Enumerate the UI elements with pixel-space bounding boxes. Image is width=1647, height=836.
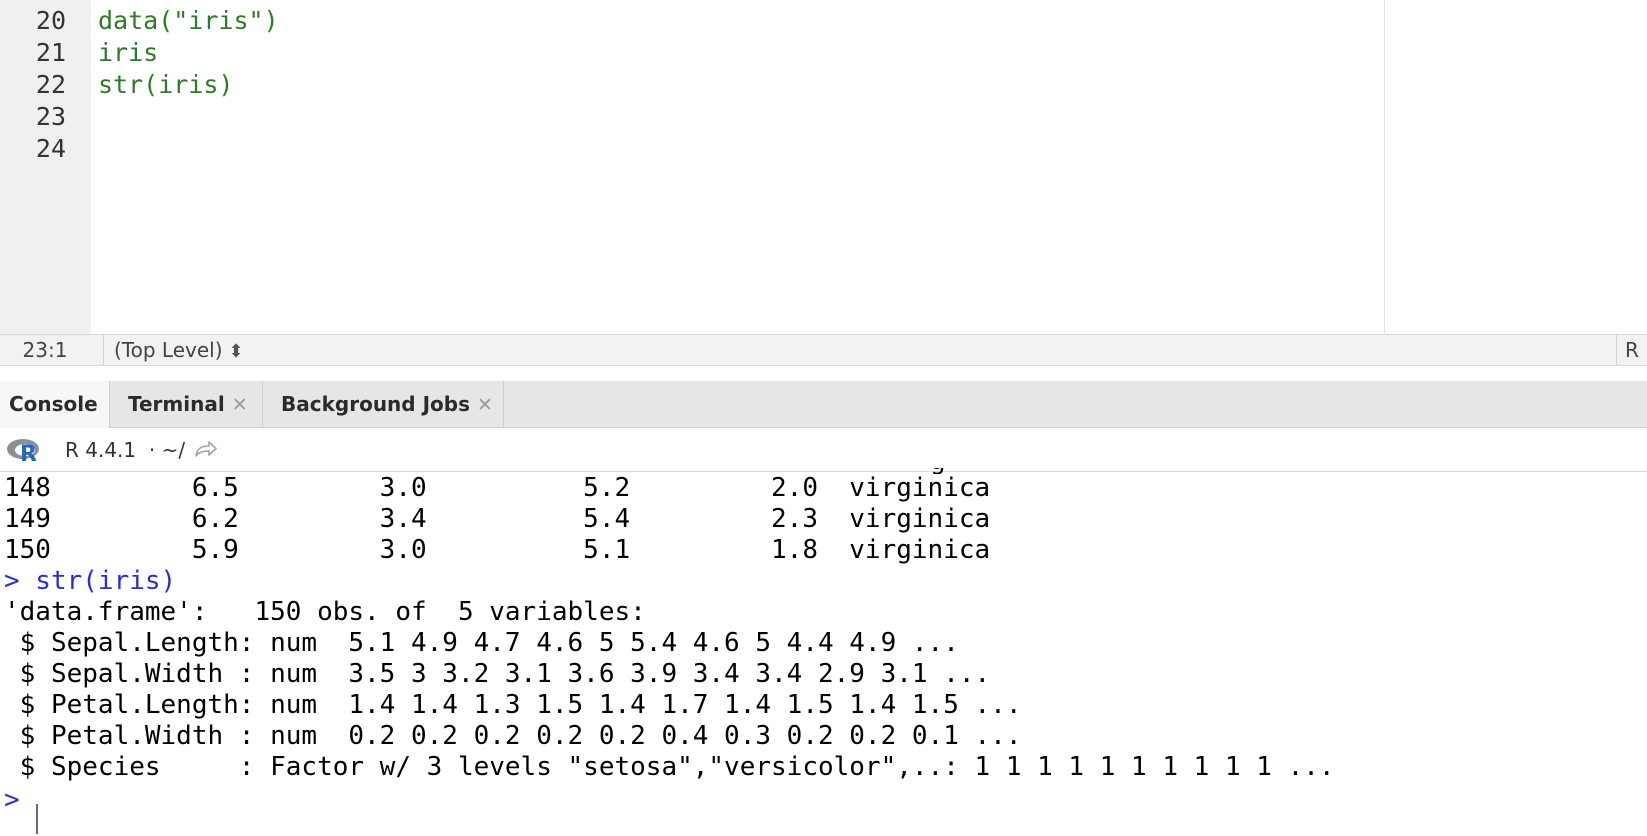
console-pane-tabs: Console Terminal ✕ Background Jobs ✕ (0, 381, 1647, 428)
svg-text:R: R (20, 442, 37, 463)
scope-label: (Top Level) (114, 338, 223, 362)
code-line[interactable]: data("iris") (98, 5, 279, 37)
separator-dot: · (142, 438, 162, 462)
tab-label: Background Jobs (281, 392, 470, 416)
line-number: 24 (35, 134, 66, 163)
line-number: 23 (35, 102, 66, 131)
tab-console[interactable]: Console (0, 381, 110, 428)
up-down-arrows-icon: ⬍ (228, 341, 244, 362)
editor-status-bar: 23:1 (Top Level) ⬍ R (0, 334, 1647, 366)
cursor-position: 23:1 (22, 338, 68, 362)
code-line[interactable]: iris (98, 37, 158, 69)
tab-label: Console (9, 392, 98, 416)
file-type-selector[interactable]: R (1617, 335, 1647, 365)
console-line: 148 6.5 3.0 5.2 2.0 virginica (4, 473, 991, 503)
text-cursor (36, 804, 38, 834)
console-header: R R 4.4.1 · ~/ (0, 428, 1647, 472)
console-line: $ Species : Factor w/ 3 levels "setosa",… (4, 752, 1335, 782)
console-line: 150 5.9 3.0 5.1 1.8 virginica (4, 535, 991, 565)
line-number-gutter: 20 21 22 23 24 (0, 0, 91, 334)
console-line: $ Sepal.Length: num 5.1 4.9 4.7 4.6 5 5.… (4, 628, 959, 658)
console-prompt: > (4, 785, 20, 815)
close-icon[interactable]: ✕ (232, 394, 248, 416)
working-directory: ~/ (161, 438, 186, 462)
line-number: 21 (35, 38, 66, 67)
code-line[interactable]: str(iris) (98, 69, 233, 101)
console-line: 149 6.2 3.4 5.4 2.3 virginica (4, 504, 991, 534)
tab-terminal[interactable]: Terminal ✕ (110, 381, 263, 427)
scope-selector[interactable]: (Top Level) ⬍ (114, 335, 244, 367)
console-command: > str(iris) (4, 566, 177, 596)
line-number: 20 (35, 6, 66, 35)
close-icon[interactable]: ✕ (477, 394, 493, 416)
status-separator (103, 335, 104, 365)
margin-guide (1384, 0, 1385, 334)
go-to-directory-icon[interactable] (193, 439, 219, 459)
tab-label: Terminal (128, 392, 225, 416)
console-line: $ Petal.Width : num 0.2 0.2 0.2 0.2 0.2 … (4, 721, 1022, 751)
console-output[interactable]: g 148 6.5 3.0 5.2 2.0 virginica 149 6.2 … (0, 468, 1647, 836)
r-version: R 4.4.1 (65, 438, 137, 462)
tab-background-jobs[interactable]: Background Jobs ✕ (263, 381, 504, 427)
r-version-label: R 4.4.1 · ~/ (65, 428, 185, 472)
source-editor[interactable]: 20 21 22 23 24 data("iris") iris str(iri… (0, 0, 1647, 334)
console-line: 'data.frame': 150 obs. of 5 variables: (4, 597, 646, 627)
r-logo-icon: R (7, 439, 39, 463)
console-line: $ Sepal.Width : num 3.5 3 3.2 3.1 3.6 3.… (4, 659, 991, 689)
line-number: 22 (35, 70, 66, 99)
console-line: $ Petal.Length: num 1.4 1.4 1.3 1.5 1.4 … (4, 690, 1022, 720)
